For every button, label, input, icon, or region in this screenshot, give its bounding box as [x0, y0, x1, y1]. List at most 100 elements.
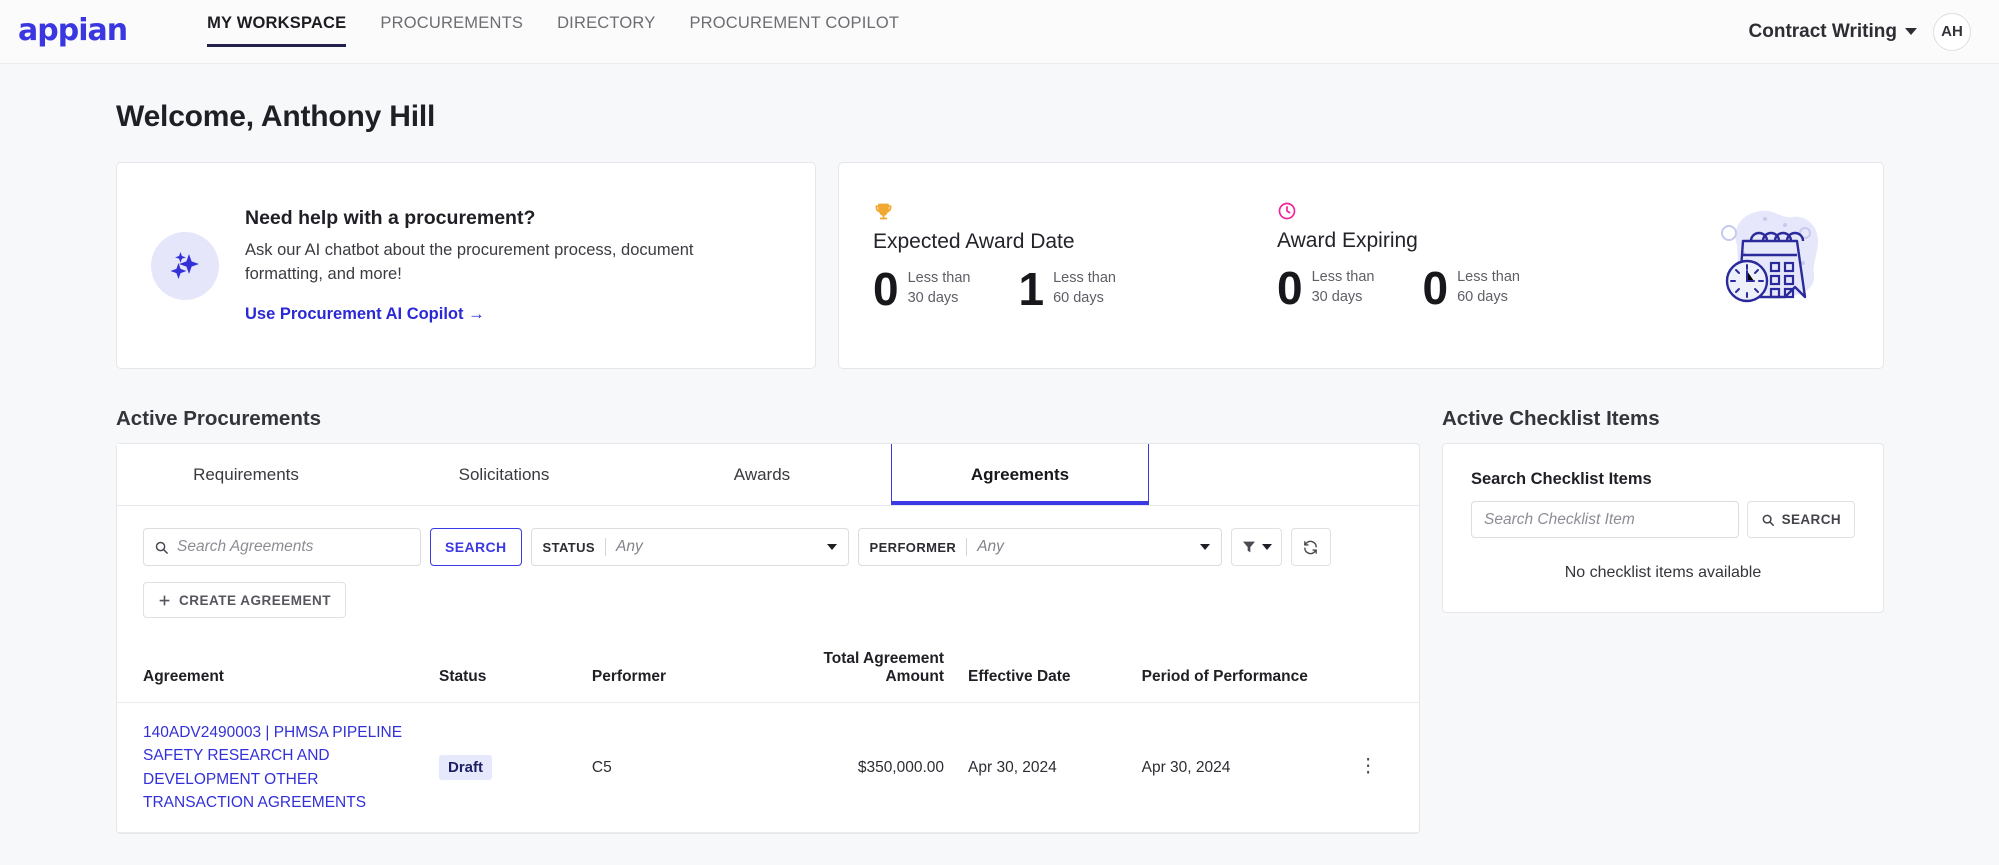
table-body: 140ADV2490003 | PHMSA PIPELINE SAFETY RE… — [117, 702, 1419, 833]
metric-title: Expected Award Date — [873, 230, 1075, 253]
stat-label-line2: 60 days — [1053, 290, 1104, 306]
search-agreements-button[interactable]: SEARCH — [430, 528, 522, 566]
metric-stats: 0 Less than 30 days 0 Less than 60 days — [1277, 265, 1681, 311]
table-row[interactable]: 140ADV2490003 | PHMSA PIPELINE SAFETY RE… — [117, 702, 1419, 833]
agreements-table: Agreement Status Performer Total Agreeme… — [117, 640, 1419, 833]
search-icon — [154, 540, 169, 555]
search-checklist-button[interactable]: SEARCH — [1746, 501, 1855, 538]
status-badge: Draft — [439, 755, 493, 780]
active-checklist-section: Active Checklist Items Search Checklist … — [1442, 407, 1884, 834]
divider — [966, 538, 968, 556]
ai-help-description: Ask our AI chatbot about the procurement… — [245, 241, 694, 283]
chevron-down-icon[interactable] — [826, 544, 837, 550]
search-agreements-input[interactable]: Search Agreements — [143, 528, 421, 566]
ai-help-card: Need help with a procurement? Ask our AI… — [116, 162, 816, 369]
tab-awards[interactable]: Awards — [633, 444, 891, 505]
status-filter-label: STATUS — [542, 539, 596, 555]
nav-item-procurements[interactable]: PROCUREMENTS — [380, 14, 523, 44]
appian-logo[interactable]: appian — [18, 15, 128, 46]
table-header: Agreement Status Performer Total Agreeme… — [117, 640, 1419, 703]
stat-less-than-60-days: 0 Less than 60 days — [1422, 265, 1519, 311]
search-icon — [1761, 513, 1775, 527]
column-period-of-performance[interactable]: Period of Performance — [1129, 640, 1347, 703]
avatar[interactable]: AH — [1933, 12, 1971, 51]
summary-cards-row: Need help with a procurement? Ask our AI… — [116, 162, 1884, 369]
chevron-down-icon[interactable] — [1199, 544, 1210, 550]
cell-period-of-performance: Apr 30, 2024 — [1129, 702, 1347, 833]
stat-label: Less than 60 days — [1053, 269, 1116, 308]
nav-item-procurement-copilot[interactable]: PROCUREMENT COPILOT — [689, 14, 899, 44]
stat-label-line2: 30 days — [1311, 289, 1363, 305]
chevron-down-icon[interactable] — [1261, 544, 1272, 550]
cell-performer: C5 — [579, 702, 773, 833]
performer-filter-value: Any — [977, 538, 1004, 555]
cell-agreement: 140ADV2490003 | PHMSA PIPELINE SAFETY RE… — [117, 702, 427, 833]
main-nav-links: MY WORKSPACE PROCUREMENTS DIRECTORY PROC… — [207, 0, 899, 64]
account-area: Contract Writing AH — [1749, 12, 1971, 51]
stat-value: 0 — [873, 263, 899, 315]
clock-icon — [1277, 201, 1297, 221]
stat-label: Less than 30 days — [1312, 268, 1375, 307]
metric-award-expiring: Award Expiring 0 Less than 30 days 0 Les… — [1277, 201, 1681, 311]
search-checklist-input[interactable]: Search Checklist Item — [1471, 501, 1739, 538]
stat-value: 0 — [1277, 262, 1303, 314]
stat-label-line2: 30 days — [907, 290, 959, 306]
agreements-toolbar: Search Agreements SEARCH STATUS Any PERF… — [117, 506, 1419, 566]
column-status[interactable]: Status — [427, 640, 580, 703]
column-agreement[interactable]: Agreement — [117, 640, 427, 703]
cell-total-agreement-amount: $350,000.00 — [772, 702, 957, 833]
stat-label-line1: Less than — [907, 270, 971, 287]
table-header-row: Agreement Status Performer Total Agreeme… — [117, 640, 1419, 703]
agreement-link[interactable]: 140ADV2490003 | PHMSA PIPELINE SAFETY RE… — [143, 721, 415, 814]
metric-stats: 0 Less than 30 days 1 Less than 60 days — [873, 266, 1277, 312]
nav-item-directory[interactable]: DIRECTORY — [557, 14, 655, 44]
divider — [605, 538, 607, 556]
performer-filter-label: PERFORMER — [869, 539, 957, 555]
nav-item-my-workspace[interactable]: MY WORKSPACE — [207, 14, 347, 47]
funnel-icon — [1241, 539, 1257, 555]
stat-label: Less than 30 days — [908, 269, 971, 308]
column-performer[interactable]: Performer — [579, 640, 773, 703]
refresh-icon — [1302, 539, 1319, 556]
calendar-clock-illustration — [1707, 201, 1827, 316]
create-agreement-button[interactable]: CREATE AGREEMENT — [143, 582, 347, 618]
filter-button[interactable] — [1230, 528, 1282, 566]
tab-solicitations[interactable]: Solicitations — [375, 444, 633, 505]
stat-label: Less than 60 days — [1457, 268, 1520, 307]
checklist-search-row: Search Checklist Item SEARCH — [1471, 501, 1855, 538]
cell-status: Draft — [427, 702, 580, 833]
column-effective-date[interactable]: Effective Date — [956, 640, 1130, 703]
search-agreements-placeholder: Search Agreements — [177, 538, 314, 555]
metric-expected-award-date: Expected Award Date 0 Less than 30 days … — [873, 201, 1277, 312]
sparkles-icon — [151, 231, 219, 300]
page-title: Welcome, Anthony Hill — [116, 100, 436, 133]
refresh-button[interactable] — [1290, 528, 1331, 566]
stat-less-than-30-days: 0 Less than 30 days — [873, 266, 970, 312]
account-name[interactable]: Contract Writing — [1749, 21, 1897, 43]
active-procurements-section: Active Procurements Requirements Solicit… — [116, 407, 1420, 834]
search-checklist-label: Search Checklist Items — [1471, 470, 1652, 488]
stat-label-line2: 60 days — [1457, 289, 1508, 305]
trophy-icon — [873, 201, 894, 222]
performer-filter-dropdown[interactable]: PERFORMER Any — [857, 528, 1222, 566]
checklist-empty-message: No checklist items available — [1564, 564, 1762, 581]
chevron-down-icon[interactable] — [1905, 28, 1917, 35]
column-total-agreement-amount[interactable]: Total Agreement Amount — [772, 640, 957, 703]
stat-value: 1 — [1018, 263, 1045, 315]
award-metrics-card: Expected Award Date 0 Less than 30 days … — [838, 162, 1884, 369]
status-filter-value: Any — [616, 538, 643, 555]
procurement-tabs: Requirements Solicitations Awards Agreem… — [117, 444, 1419, 506]
stat-label-line1: Less than — [1311, 269, 1375, 286]
row-menu-icon[interactable]: ⋮ — [1359, 756, 1378, 777]
checklist-panel: Search Checklist Items Search Checklist … — [1442, 443, 1884, 613]
ai-help-text: Need help with a procurement? Ask our AI… — [245, 207, 735, 324]
use-procurement-ai-copilot-link[interactable]: Use Procurement AI Copilot → — [245, 305, 485, 324]
main-sections: Active Procurements Requirements Solicit… — [116, 407, 1999, 834]
tab-agreements[interactable]: Agreements — [891, 444, 1149, 505]
stat-value: 0 — [1422, 262, 1449, 314]
active-procurements-title: Active Procurements — [116, 407, 322, 430]
stat-label-line1: Less than — [1457, 269, 1520, 286]
status-filter-dropdown[interactable]: STATUS Any — [530, 528, 849, 566]
top-navigation-bar: appian MY WORKSPACE PROCUREMENTS DIRECTO… — [0, 0, 1999, 64]
tab-requirements[interactable]: Requirements — [117, 444, 375, 505]
